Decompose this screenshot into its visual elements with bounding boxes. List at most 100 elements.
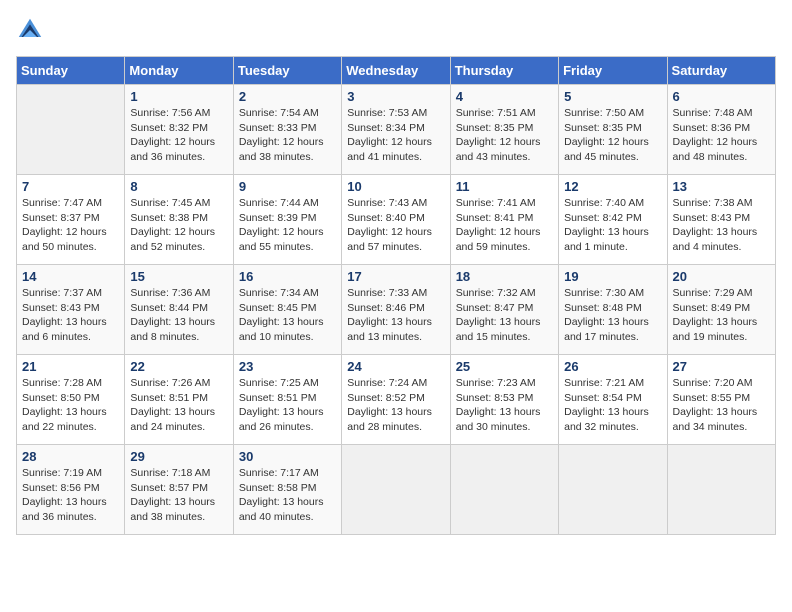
calendar-cell: 15Sunrise: 7:36 AMSunset: 8:44 PMDayligh… — [125, 265, 233, 355]
logo-icon — [16, 16, 44, 44]
logo — [16, 16, 48, 44]
day-number: 3 — [347, 89, 444, 104]
calendar-table: SundayMondayTuesdayWednesdayThursdayFrid… — [16, 56, 776, 535]
calendar-cell: 21 Sunrise: 7:28 AMSunset: 8:50 PMDayligh… — [17, 355, 125, 445]
calendar-cell: 29 Sunrise: 7:18 AMSunset: 8:57 PMDayligh… — [125, 445, 233, 535]
col-header-tuesday: Tuesday — [233, 57, 341, 85]
day-number: 10 — [347, 179, 444, 194]
calendar-cell: 18 Sunrise: 7:32 AMSunset: 8:47 PMDayligh… — [450, 265, 558, 355]
day-number: 6 — [673, 89, 770, 104]
day-number: 14 — [22, 269, 119, 284]
page-header — [16, 16, 776, 44]
cell-info: Sunrise: 7:53 AMSunset: 8:34 PMDaylight:… — [347, 106, 444, 165]
cell-info: Sunrise: 7:37 AMSunset: 8:43 PMDaylight:… — [22, 286, 119, 345]
calendar-cell — [450, 445, 558, 535]
cell-info: Sunrise: 7:23 AMSunset: 8:53 PMDaylight:… — [456, 376, 553, 435]
day-number: 25 — [456, 359, 553, 374]
day-number: 26 — [564, 359, 661, 374]
day-number: 7 — [22, 179, 119, 194]
day-number: 16 — [239, 269, 336, 284]
cell-info: Sunrise: 7:44 AMSunset: 8:39 PMDaylight:… — [239, 196, 336, 255]
calendar-cell: 25 Sunrise: 7:23 AMSunset: 8:53 PMDayligh… — [450, 355, 558, 445]
col-header-saturday: Saturday — [667, 57, 775, 85]
cell-info: Sunrise: 7:26 AMSunset: 8:51 PMDaylight:… — [130, 376, 227, 435]
calendar-cell — [342, 445, 450, 535]
day-number: 28 — [22, 449, 119, 464]
cell-info: Sunrise: 7:21 AMSunset: 8:54 PMDaylight:… — [564, 376, 661, 435]
cell-info: Sunrise: 7:33 AMSunset: 8:46 PMDaylight:… — [347, 286, 444, 345]
calendar-cell: 10 Sunrise: 7:43 AMSunset: 8:40 PMDayligh… — [342, 175, 450, 265]
cell-info: Sunrise: 7:28 AMSunset: 8:50 PMDaylight:… — [22, 376, 119, 435]
day-number: 24 — [347, 359, 444, 374]
day-number: 21 — [22, 359, 119, 374]
cell-info: Sunrise: 7:50 AMSunset: 8:35 PMDaylight:… — [564, 106, 661, 165]
calendar-cell: 20 Sunrise: 7:29 AMSunset: 8:49 PMDayligh… — [667, 265, 775, 355]
calendar-cell: 16 Sunrise: 7:34 AMSunset: 8:45 PMDayligh… — [233, 265, 341, 355]
day-number: 12 — [564, 179, 661, 194]
day-number: 11 — [456, 179, 553, 194]
calendar-cell: 2 Sunrise: 7:54 AMSunset: 8:33 PMDaylight… — [233, 85, 341, 175]
col-header-monday: Monday — [125, 57, 233, 85]
day-number: 8 — [130, 179, 227, 194]
day-number: 23 — [239, 359, 336, 374]
cell-info: Sunrise: 7:43 AMSunset: 8:40 PMDaylight:… — [347, 196, 444, 255]
calendar-cell — [559, 445, 667, 535]
cell-info: Sunrise: 7:29 AMSunset: 8:49 PMDaylight:… — [673, 286, 770, 345]
cell-info: Sunrise: 7:30 AMSunset: 8:48 PMDaylight:… — [564, 286, 661, 345]
cell-info: Sunrise: 7:32 AMSunset: 8:47 PMDaylight:… — [456, 286, 553, 345]
cell-info: Sunrise: 7:38 AMSunset: 8:43 PMDaylight:… — [673, 196, 770, 255]
calendar-cell: 4 Sunrise: 7:51 AMSunset: 8:35 PMDaylight… — [450, 85, 558, 175]
calendar-cell: 7 Sunrise: 7:47 AMSunset: 8:37 PMDaylight… — [17, 175, 125, 265]
day-number: 4 — [456, 89, 553, 104]
day-number: 5 — [564, 89, 661, 104]
calendar-cell: 8 Sunrise: 7:45 AMSunset: 8:38 PMDaylight… — [125, 175, 233, 265]
col-header-thursday: Thursday — [450, 57, 558, 85]
calendar-cell: 24 Sunrise: 7:24 AMSunset: 8:52 PMDayligh… — [342, 355, 450, 445]
calendar-cell: 28 Sunrise: 7:19 AMSunset: 8:56 PMDayligh… — [17, 445, 125, 535]
calendar-cell: 17 Sunrise: 7:33 AMSunset: 8:46 PMDayligh… — [342, 265, 450, 355]
cell-info: Sunrise: 7:56 AMSunset: 8:32 PMDaylight:… — [130, 106, 227, 165]
calendar-cell: 11 Sunrise: 7:41 AMSunset: 8:41 PMDayligh… — [450, 175, 558, 265]
day-number: 20 — [673, 269, 770, 284]
cell-info: Sunrise: 7:54 AMSunset: 8:33 PMDaylight:… — [239, 106, 336, 165]
day-number: 18 — [456, 269, 553, 284]
cell-info: Sunrise: 7:45 AMSunset: 8:38 PMDaylight:… — [130, 196, 227, 255]
calendar-cell: 13 Sunrise: 7:38 AMSunset: 8:43 PMDayligh… — [667, 175, 775, 265]
cell-info: Sunrise: 7:34 AMSunset: 8:45 PMDaylight:… — [239, 286, 336, 345]
col-header-friday: Friday — [559, 57, 667, 85]
col-header-wednesday: Wednesday — [342, 57, 450, 85]
cell-info: Sunrise: 7:19 AMSunset: 8:56 PMDaylight:… — [22, 466, 119, 525]
day-number: 27 — [673, 359, 770, 374]
day-number: 30 — [239, 449, 336, 464]
cell-info: Sunrise: 7:48 AMSunset: 8:36 PMDaylight:… — [673, 106, 770, 165]
calendar-cell: 6 Sunrise: 7:48 AMSunset: 8:36 PMDaylight… — [667, 85, 775, 175]
cell-info: Sunrise: 7:47 AMSunset: 8:37 PMDaylight:… — [22, 196, 119, 255]
cell-info: Sunrise: 7:24 AMSunset: 8:52 PMDaylight:… — [347, 376, 444, 435]
day-number: 22 — [130, 359, 227, 374]
cell-info: Sunrise: 7:40 AMSunset: 8:42 PMDaylight:… — [564, 196, 661, 255]
cell-info: Sunrise: 7:36 AMSunset: 8:44 PMDaylight:… — [130, 286, 227, 345]
calendar-cell: 1 Sunrise: 7:56 AMSunset: 8:32 PMDaylight… — [125, 85, 233, 175]
day-number: 13 — [673, 179, 770, 194]
calendar-cell — [667, 445, 775, 535]
cell-info: Sunrise: 7:17 AMSunset: 8:58 PMDaylight:… — [239, 466, 336, 525]
calendar-cell: 30 Sunrise: 7:17 AMSunset: 8:58 PMDayligh… — [233, 445, 341, 535]
calendar-cell: 5 Sunrise: 7:50 AMSunset: 8:35 PMDaylight… — [559, 85, 667, 175]
cell-info: Sunrise: 7:41 AMSunset: 8:41 PMDaylight:… — [456, 196, 553, 255]
calendar-cell: 26 Sunrise: 7:21 AMSunset: 8:54 PMDayligh… — [559, 355, 667, 445]
day-number: 1 — [130, 89, 227, 104]
cell-info: Sunrise: 7:51 AMSunset: 8:35 PMDaylight:… — [456, 106, 553, 165]
calendar-cell — [17, 85, 125, 175]
day-number: 29 — [130, 449, 227, 464]
cell-info: Sunrise: 7:18 AMSunset: 8:57 PMDaylight:… — [130, 466, 227, 525]
cell-info: Sunrise: 7:25 AMSunset: 8:51 PMDaylight:… — [239, 376, 336, 435]
calendar-cell: 14 Sunrise: 7:37 AMSunset: 8:43 PMDayligh… — [17, 265, 125, 355]
day-number: 2 — [239, 89, 336, 104]
calendar-cell: 3 Sunrise: 7:53 AMSunset: 8:34 PMDaylight… — [342, 85, 450, 175]
calendar-cell: 19Sunrise: 7:30 AMSunset: 8:48 PMDayligh… — [559, 265, 667, 355]
day-number: 17 — [347, 269, 444, 284]
calendar-cell: 22 Sunrise: 7:26 AMSunset: 8:51 PMDayligh… — [125, 355, 233, 445]
calendar-cell: 27 Sunrise: 7:20 AMSunset: 8:55 PMDayligh… — [667, 355, 775, 445]
cell-info: Sunrise: 7:20 AMSunset: 8:55 PMDaylight:… — [673, 376, 770, 435]
day-number: 9 — [239, 179, 336, 194]
